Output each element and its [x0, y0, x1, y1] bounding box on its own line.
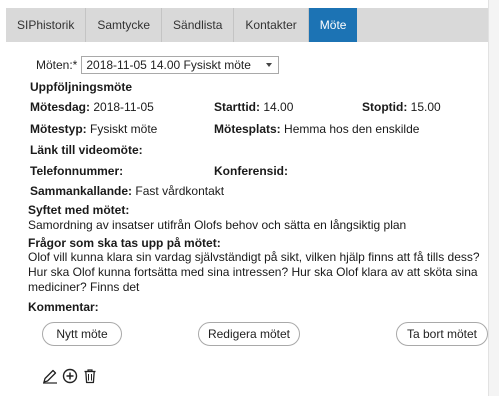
convener-value: Fast vårdkontakt — [135, 184, 225, 198]
section-title: Uppföljningsmöte — [30, 80, 132, 94]
purpose-text: Samordning av insatser utifrån Olofs beh… — [28, 218, 407, 232]
stop-time-label: Stoptid: — [362, 100, 408, 114]
edit-meeting-button[interactable]: Redigera mötet — [198, 322, 300, 346]
meeting-select-row: Möten:* 2018-11-05 14.00 Fysiskt möte — [36, 54, 280, 76]
conference-id-label: Konferensid: — [214, 164, 289, 178]
meeting-type-label: Mötestyp: — [30, 122, 87, 136]
tab-mote[interactable]: Möte — [308, 8, 358, 42]
tab-bar: SIPhistorik Samtycke Sändlista Kontakter… — [6, 8, 488, 42]
convener-label: Sammankallande: — [30, 184, 133, 198]
start-time-value: 14.00 — [263, 100, 294, 114]
purpose-label: Syftet med mötet: — [28, 203, 130, 217]
stop-time: Stoptid: 15.00 — [362, 100, 441, 115]
questions-text: Olof vill kunna klara sin vardag självst… — [28, 250, 480, 294]
meeting-select[interactable]: 2018-11-05 14.00 Fysiskt möte — [81, 56, 280, 74]
tab-kontakter[interactable]: Kontakter — [234, 8, 309, 42]
tab-siphistorik[interactable]: SIPhistorik — [6, 8, 87, 42]
action-icons — [42, 368, 98, 384]
meeting-type-value: Fysiskt möte — [90, 122, 158, 136]
tab-bar-spacer — [357, 8, 488, 42]
questions-label: Frågor som ska tas upp på mötet: — [28, 236, 221, 250]
convener: Sammankallande: Fast vårdkontakt — [30, 184, 224, 199]
meeting-panel: SIPhistorik Samtycke Sändlista Kontakter… — [0, 0, 499, 396]
trash-icon[interactable] — [82, 368, 98, 384]
comment-label: Kommentar: — [28, 300, 99, 314]
plus-circle-icon[interactable] — [62, 368, 78, 384]
meeting-type: Mötestyp: Fysiskt möte — [30, 122, 157, 137]
tab-sandlista[interactable]: Sändlista — [162, 8, 235, 42]
meeting-place-value: Hemma hos den enskilde — [284, 122, 420, 136]
scrollbar-track[interactable] — [488, 0, 499, 396]
meeting-date-value: 2018-11-05 — [93, 100, 154, 114]
phone-label: Telefonnummer: — [30, 164, 124, 178]
start-time-label: Starttid: — [214, 100, 260, 114]
stop-time-value: 15.00 — [410, 100, 441, 114]
chevron-down-icon — [266, 63, 273, 67]
start-time: Starttid: 14.00 — [214, 100, 293, 115]
pencil-icon[interactable] — [42, 368, 58, 384]
meeting-date: Mötesdag: 2018-11-05 — [30, 100, 154, 115]
meeting-select-label: Möten:* — [36, 57, 78, 72]
meeting-select-value: 2018-11-05 14.00 Fysiskt möte — [86, 57, 251, 72]
meeting-date-label: Mötesdag: — [30, 100, 90, 114]
delete-meeting-button[interactable]: Ta bort mötet — [396, 322, 488, 346]
new-meeting-button[interactable]: Nytt möte — [42, 322, 122, 346]
meeting-place: Mötesplats: Hemma hos den enskilde — [214, 122, 419, 137]
meeting-place-label: Mötesplats: — [214, 122, 281, 136]
video-link-label: Länk till videomöte: — [30, 143, 143, 157]
tab-samtycke[interactable]: Samtycke — [86, 8, 163, 42]
